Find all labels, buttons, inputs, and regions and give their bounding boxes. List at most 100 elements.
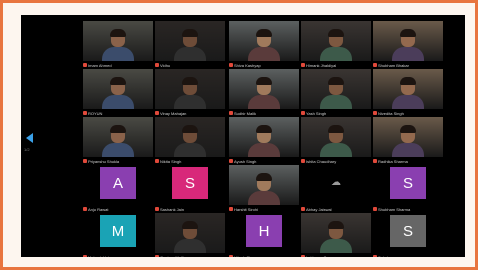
mic-muted-icon [155, 207, 159, 211]
participant-video [373, 117, 443, 157]
participant-name-tag: Ishita Chaudhary [301, 158, 336, 164]
mic-muted-icon [301, 207, 305, 211]
participant-name-tag: Radhika Sharma [373, 158, 408, 164]
participant-name: Priyanshu Shukla [88, 158, 120, 164]
participant-avatar: S [390, 167, 426, 199]
participant-video [83, 69, 153, 109]
participant-tile[interactable] [301, 21, 371, 61]
mic-muted-icon [301, 159, 305, 163]
participant-tile[interactable]: S [155, 165, 225, 205]
participant-silhouette [99, 27, 137, 61]
participant-tile[interactable]: ☁ [301, 165, 371, 205]
mic-muted-icon [155, 111, 159, 115]
participant-silhouette [99, 75, 137, 109]
participant-tile[interactable] [155, 117, 225, 157]
participant-tile[interactable] [301, 213, 371, 253]
mic-muted-icon [229, 207, 233, 211]
participant-name: Harshit Sirohi [234, 206, 259, 212]
mic-muted-icon [155, 255, 159, 257]
participant-video [301, 117, 371, 157]
participant-tile[interactable]: S [373, 165, 443, 205]
mic-muted-icon [155, 159, 159, 163]
participant-video [155, 69, 225, 109]
participant-name-tag: Nivedita Singh [373, 110, 404, 116]
participant-video: H [229, 213, 299, 253]
participant-name-tag: Ayush Singh [229, 158, 256, 164]
mic-muted-icon [373, 255, 377, 257]
participant-video: S [155, 165, 225, 205]
participant-grid: Imam Ahmed Vidhu Shiva Kashyap Himank Jhald… [83, 21, 445, 257]
participant-video [373, 69, 443, 109]
participant-tile[interactable] [301, 69, 371, 109]
participant-tile[interactable] [83, 21, 153, 61]
mic-muted-icon [83, 255, 87, 257]
participant-tile[interactable] [229, 69, 299, 109]
participant-video [301, 21, 371, 61]
participant-avatar: H [246, 215, 282, 247]
participant-tile[interactable] [301, 117, 371, 157]
participant-name: Shubham Sharma [378, 206, 411, 212]
participant-name: Shubham Bhakar [378, 62, 409, 68]
participant-video [83, 117, 153, 157]
participant-tile[interactable] [373, 21, 443, 61]
participant-tile[interactable] [83, 117, 153, 157]
participant-silhouette [389, 75, 427, 109]
participant-name: Hitesh Sharma [234, 254, 261, 258]
participant-name-tag: Gautam Malik [155, 254, 185, 257]
participant-avatar: S [390, 215, 426, 247]
participant-silhouette [389, 123, 427, 157]
participant-tile[interactable]: A [83, 165, 153, 205]
participant-tile[interactable] [229, 165, 299, 205]
participant-avatar: M [100, 215, 136, 247]
participant-tile[interactable] [83, 69, 153, 109]
mic-muted-icon [373, 207, 377, 211]
participant-name: Anju Rawat [88, 206, 109, 212]
participant-name-tag: Himank Jhaldiyal [301, 62, 336, 68]
participant-name: Yash Singh [306, 110, 327, 116]
participant-avatar: A [100, 167, 136, 199]
participant-tile[interactable] [229, 117, 299, 157]
participant-name: Nikita Singh [160, 158, 182, 164]
participant-tile[interactable] [155, 69, 225, 109]
participant-video [229, 21, 299, 61]
participant-tile[interactable]: M [83, 213, 153, 253]
participant-tile[interactable] [155, 21, 225, 61]
participant-video: S [373, 165, 443, 205]
participant-name-tag: Shubham Sharma [373, 206, 410, 212]
participant-video: A [83, 165, 153, 205]
participant-tile[interactable]: H [229, 213, 299, 253]
participant-tile[interactable] [155, 213, 225, 253]
participant-silhouette [171, 27, 209, 61]
participant-tile[interactable] [373, 69, 443, 109]
mic-muted-icon [155, 63, 159, 67]
participant-name: ROYUN [88, 110, 103, 116]
mic-muted-icon [373, 159, 377, 163]
participant-name: Ayush Singh [234, 158, 257, 164]
mic-muted-icon [301, 111, 305, 115]
participant-name: Vinay Mahajan [160, 110, 187, 116]
participant-name-tag: Saksham [373, 254, 395, 257]
participant-tile[interactable]: S [373, 213, 443, 253]
participant-tile[interactable] [229, 21, 299, 61]
participant-avatar: S [172, 167, 208, 199]
participant-name: Saksham [378, 254, 395, 258]
participant-name-tag: Priyanshu Shukla [83, 158, 119, 164]
participant-silhouette [245, 75, 283, 109]
chevron-left-icon[interactable] [26, 133, 33, 143]
participant-name-tag: Yash Singh [301, 110, 326, 116]
mic-muted-icon [229, 63, 233, 67]
mic-muted-icon [229, 159, 233, 163]
participant-tile[interactable] [373, 117, 443, 157]
participant-silhouette [99, 123, 137, 157]
participant-name: Imam Ahmed [88, 62, 112, 68]
participant-name-tag: Nikita Singh [155, 158, 181, 164]
participant-video [155, 213, 225, 253]
participant-name: Vidhu [160, 62, 171, 68]
participant-video [229, 117, 299, 157]
page-navigator[interactable]: 1/2 [24, 131, 38, 161]
mic-muted-icon [301, 63, 305, 67]
mic-muted-icon [83, 111, 87, 115]
participant-name: Abhay Jaiswal [306, 206, 332, 212]
mic-muted-icon [83, 63, 87, 67]
participant-name-tag: Vidhu [155, 62, 170, 68]
